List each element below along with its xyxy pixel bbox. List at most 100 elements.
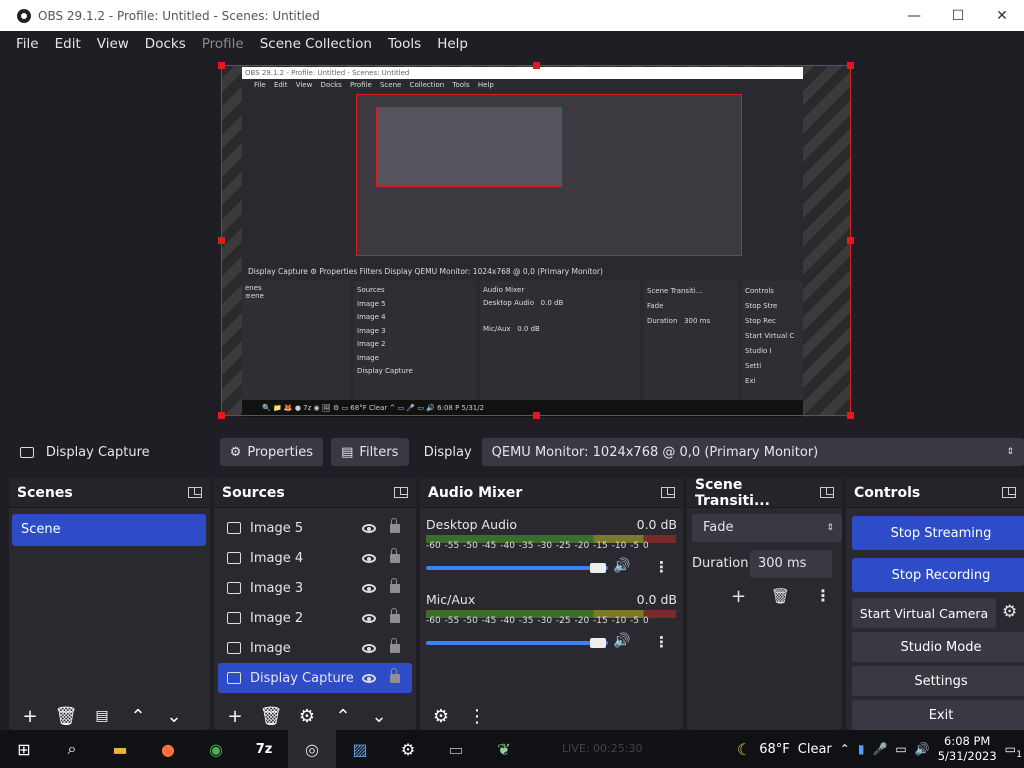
gear-icon[interactable]: ⚙ bbox=[292, 706, 322, 727]
network-icon[interactable]: ▭ bbox=[895, 742, 906, 756]
more-icon[interactable]: ⋮ bbox=[654, 633, 669, 651]
display-app-icon[interactable]: ▭ bbox=[432, 730, 480, 768]
firefox-icon[interactable]: ● bbox=[144, 730, 192, 768]
filters-button[interactable]: ▤ Filters bbox=[331, 438, 409, 466]
search-icon[interactable]: ⌕ bbox=[48, 730, 96, 768]
resize-handle[interactable] bbox=[847, 237, 854, 244]
resize-handle[interactable] bbox=[847, 412, 854, 419]
7zip-icon[interactable]: 7z bbox=[240, 730, 288, 768]
add-icon[interactable]: + bbox=[731, 586, 746, 607]
source-selection-box[interactable] bbox=[221, 65, 851, 416]
eye-icon[interactable] bbox=[362, 583, 376, 593]
undock-icon[interactable] bbox=[188, 487, 202, 498]
chevron-down-icon[interactable]: ⌄ bbox=[159, 706, 189, 727]
resize-handle[interactable] bbox=[218, 412, 225, 419]
stop-streaming-button[interactable]: Stop Streaming bbox=[852, 516, 1024, 550]
menu-tools[interactable]: Tools bbox=[380, 36, 429, 52]
menu-profile[interactable]: Profile bbox=[194, 36, 252, 52]
menu-view[interactable]: View bbox=[89, 36, 137, 52]
settings-button[interactable]: Settings bbox=[852, 666, 1024, 696]
gear-icon[interactable]: ⚙ bbox=[1002, 602, 1017, 622]
duration-spinbox[interactable]: 300 ms bbox=[750, 550, 832, 578]
lock-icon[interactable] bbox=[390, 577, 400, 593]
minimize-button[interactable]: — bbox=[892, 0, 936, 31]
obs-taskbar-icon[interactable]: ◎ bbox=[288, 730, 336, 768]
more-icon[interactable]: ⋮ bbox=[815, 586, 831, 605]
source-row[interactable]: Image 5 bbox=[218, 513, 412, 543]
source-row[interactable]: Image 4 bbox=[218, 543, 412, 573]
properties-button[interactable]: ⚙ Properties bbox=[219, 438, 324, 466]
eye-icon[interactable] bbox=[362, 673, 376, 683]
stop-recording-button[interactable]: Stop Recording bbox=[852, 558, 1024, 592]
lock-icon[interactable] bbox=[390, 547, 400, 563]
weather-temp[interactable]: 68°F bbox=[759, 742, 790, 757]
volume-icon[interactable]: 🔊 bbox=[915, 742, 930, 756]
studio-mode-button[interactable]: Studio Mode bbox=[852, 632, 1024, 662]
source-row[interactable]: Image 2 bbox=[218, 603, 412, 633]
chrome-icon[interactable]: ◉ bbox=[192, 730, 240, 768]
weather-text[interactable]: Clear bbox=[798, 742, 832, 757]
menu-scene-collection[interactable]: Scene Collection bbox=[252, 36, 380, 52]
trash-icon[interactable]: 🗑 bbox=[256, 706, 286, 727]
more-icon[interactable]: ⋮ bbox=[462, 706, 492, 727]
file-explorer-icon[interactable]: ▬ bbox=[96, 730, 144, 768]
add-icon[interactable]: + bbox=[15, 706, 45, 727]
speaker-icon[interactable]: 🔊 bbox=[613, 633, 630, 649]
microphone-icon[interactable]: 🎤 bbox=[872, 742, 887, 756]
maximize-button[interactable]: ☐ bbox=[936, 0, 980, 31]
menu-help[interactable]: Help bbox=[429, 36, 476, 52]
resize-handle[interactable] bbox=[847, 62, 854, 69]
notification-icon[interactable]: ▭ 1 bbox=[1005, 742, 1022, 760]
trash-icon[interactable]: 🗑 bbox=[51, 706, 81, 727]
undock-icon[interactable] bbox=[1002, 487, 1016, 498]
more-icon[interactable]: ⋮ bbox=[654, 558, 669, 576]
eye-icon[interactable] bbox=[362, 553, 376, 563]
resize-handle[interactable] bbox=[533, 62, 540, 69]
tray-app-icon[interactable]: ▮ bbox=[858, 742, 865, 756]
menu-file[interactable]: File bbox=[0, 36, 47, 52]
undock-icon[interactable] bbox=[661, 487, 675, 498]
chevron-down-icon[interactable]: ⌄ bbox=[364, 706, 394, 727]
trash-icon[interactable]: 🗑 bbox=[771, 587, 790, 605]
gear-icon[interactable]: ⚙ bbox=[426, 706, 456, 727]
paint-icon[interactable]: ▨ bbox=[336, 730, 384, 768]
chevron-up-icon[interactable]: ⌃ bbox=[328, 706, 358, 727]
volume-slider[interactable] bbox=[426, 566, 608, 570]
lock-icon[interactable] bbox=[390, 517, 400, 533]
display-select[interactable]: QEMU Monitor: 1024x768 @ 0,0 (Primary Mo… bbox=[481, 438, 1024, 466]
source-row-selected[interactable]: Display Capture bbox=[218, 663, 412, 693]
volume-slider[interactable] bbox=[426, 641, 608, 645]
clock[interactable]: 6:08 PM 5/31/2023 bbox=[938, 734, 997, 764]
settings-gear-icon[interactable]: ⚙ bbox=[384, 730, 432, 768]
volume-slider-knob[interactable] bbox=[590, 563, 606, 573]
eye-icon[interactable] bbox=[362, 523, 376, 533]
plant-app-icon[interactable]: ❦ bbox=[480, 730, 528, 768]
exit-button[interactable]: Exit bbox=[852, 700, 1024, 730]
filters-icon[interactable]: ▤ bbox=[87, 708, 117, 724]
lock-icon[interactable] bbox=[390, 607, 400, 623]
source-row[interactable]: Image bbox=[218, 633, 412, 663]
chevron-up-icon[interactable]: ⌃ bbox=[840, 742, 850, 756]
speaker-icon[interactable]: 🔊 bbox=[613, 558, 630, 574]
volume-slider-knob[interactable] bbox=[590, 638, 606, 648]
undock-icon[interactable] bbox=[394, 487, 408, 498]
menu-edit[interactable]: Edit bbox=[47, 36, 89, 52]
resize-handle[interactable] bbox=[533, 412, 540, 419]
eye-icon[interactable] bbox=[362, 613, 376, 623]
transition-select[interactable]: Fade ⇕ bbox=[692, 514, 842, 542]
start-virtual-camera-button[interactable]: Start Virtual Camera bbox=[852, 598, 996, 628]
scene-item[interactable]: Scene bbox=[12, 514, 206, 546]
menu-docks[interactable]: Docks bbox=[137, 36, 194, 52]
source-row[interactable]: Image 3 bbox=[218, 573, 412, 603]
resize-handle[interactable] bbox=[218, 237, 225, 244]
weather-moon-icon[interactable]: ☾ bbox=[737, 740, 751, 759]
undock-icon[interactable] bbox=[820, 487, 834, 498]
windows-start-icon[interactable]: ⊞ bbox=[0, 730, 48, 768]
resize-handle[interactable] bbox=[218, 62, 225, 69]
add-icon[interactable]: + bbox=[220, 706, 250, 727]
close-button[interactable]: ✕ bbox=[980, 0, 1024, 31]
lock-icon[interactable] bbox=[390, 637, 400, 653]
eye-icon[interactable] bbox=[362, 643, 376, 653]
chevron-up-icon[interactable]: ⌃ bbox=[123, 706, 153, 727]
lock-icon[interactable] bbox=[390, 667, 400, 683]
